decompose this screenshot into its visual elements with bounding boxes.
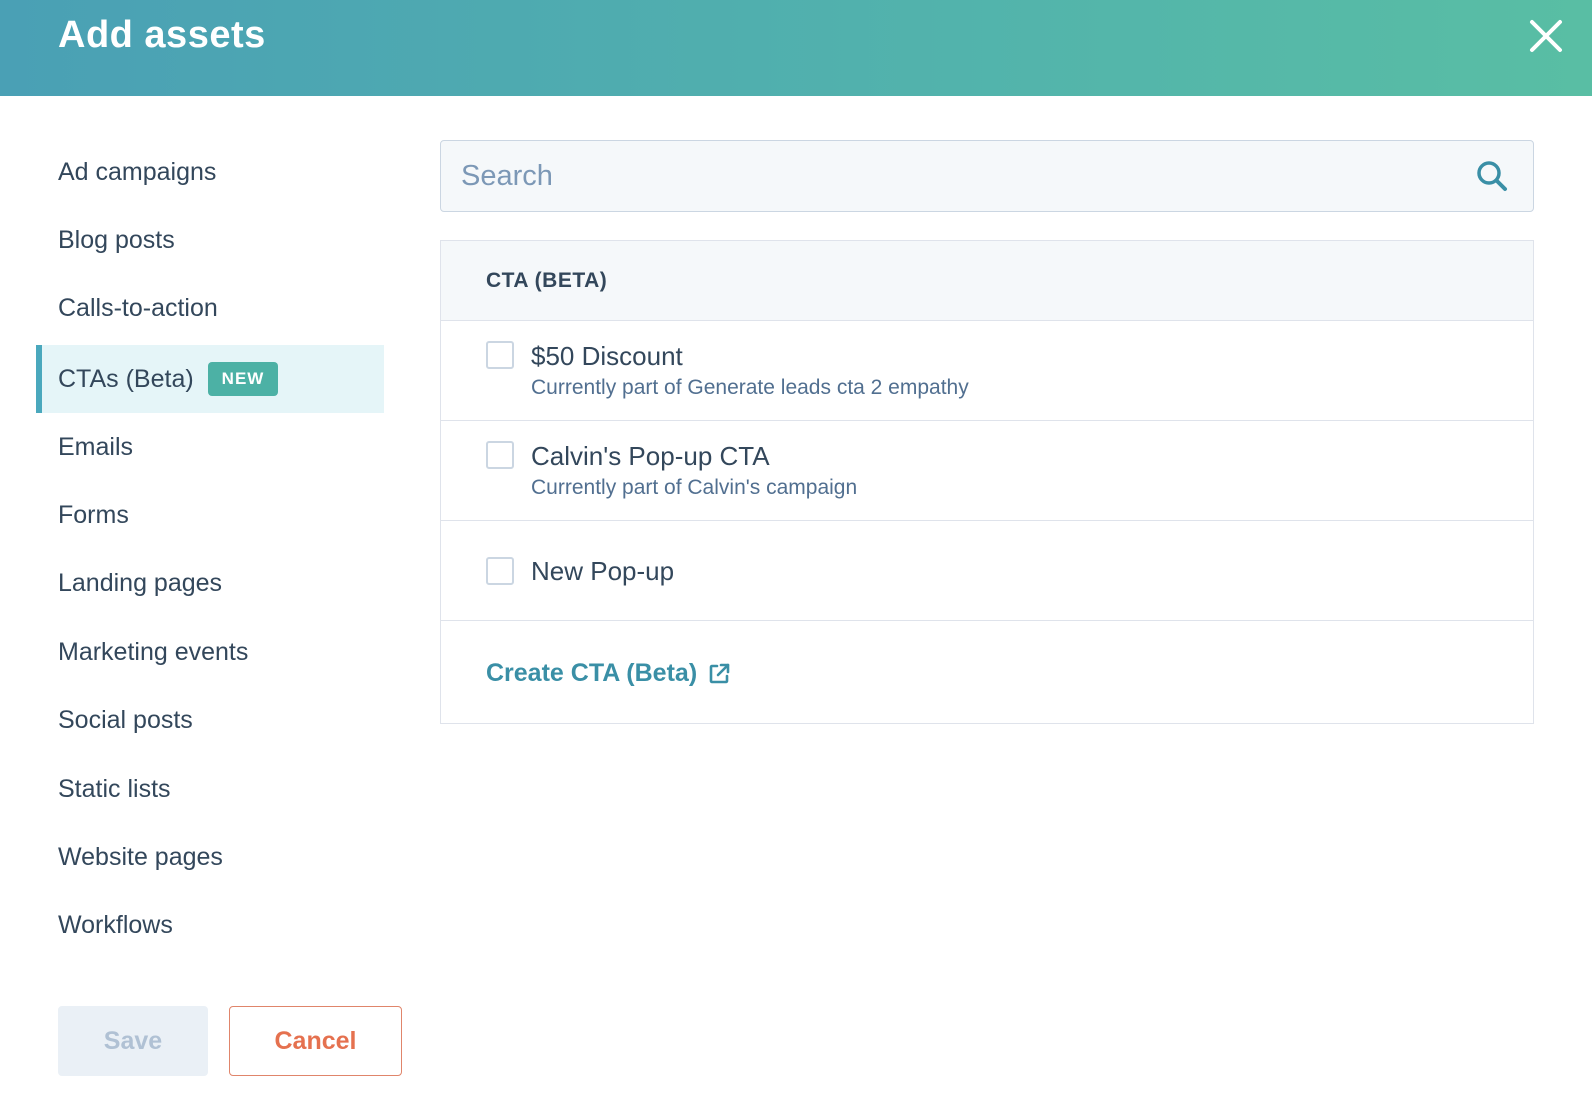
search-icon — [1477, 161, 1507, 191]
sidebar-item-landing-pages[interactable]: Landing pages — [36, 549, 384, 617]
search-box — [440, 140, 1534, 212]
list-item[interactable]: $50 Discount Currently part of Generate … — [441, 321, 1533, 421]
item-checkbox[interactable] — [486, 341, 514, 369]
close-icon — [1530, 20, 1562, 52]
sidebar-item-marketing-events[interactable]: Marketing events — [36, 618, 384, 686]
sidebar-item-label: Blog posts — [58, 225, 175, 254]
sidebar-item-workflows[interactable]: Workflows — [36, 891, 384, 959]
list-section-header: CTA (BETA) — [441, 241, 1533, 321]
sidebar-item-label: Static lists — [58, 774, 171, 803]
sidebar-item-label: Website pages — [58, 842, 223, 871]
list-item[interactable]: New Pop-up — [441, 521, 1533, 621]
sidebar-item-forms[interactable]: Forms — [36, 481, 384, 549]
list-item[interactable]: Calvin's Pop-up CTA Currently part of Ca… — [441, 421, 1533, 521]
sidebar-item-label: Landing pages — [58, 568, 223, 597]
sidebar-item-label: Workflows — [58, 910, 173, 939]
sidebar-item-social-posts[interactable]: Social posts — [36, 686, 384, 754]
sidebar-item-static-lists[interactable]: Static lists — [36, 755, 384, 823]
sidebar-item-ad-campaigns[interactable]: Ad campaigns — [36, 138, 384, 206]
modal-title: Add assets — [58, 14, 266, 56]
sidebar-item-label: Calls-to-action — [58, 293, 218, 322]
sidebar-item-label: Social posts — [58, 705, 193, 734]
sidebar-item-emails[interactable]: Emails — [36, 413, 384, 481]
sidebar-item-label: Forms — [58, 500, 129, 529]
sidebar-item-website-pages[interactable]: Website pages — [36, 823, 384, 891]
item-subtitle: Currently part of Generate leads cta 2 e… — [531, 376, 969, 399]
close-button[interactable] — [1526, 16, 1566, 56]
create-cta-link[interactable]: Create CTA (Beta) — [486, 659, 731, 688]
sidebar-item-blog-posts[interactable]: Blog posts — [36, 206, 384, 274]
sidebar-item-label: Emails — [58, 432, 134, 461]
sidebar-item-label: Ad campaigns — [58, 157, 217, 186]
search-input[interactable] — [442, 142, 1442, 210]
sidebar-item-calls-to-action[interactable]: Calls-to-action — [36, 274, 384, 342]
sidebar-item-ctas-beta[interactable]: CTAs (Beta) NEW — [36, 345, 384, 413]
item-title: New Pop-up — [531, 556, 675, 586]
item-title: Calvin's Pop-up CTA — [531, 441, 770, 471]
modal-header: Add assets — [0, 0, 1592, 96]
new-badge: NEW — [207, 362, 279, 396]
cta-list-panel: CTA (BETA) $50 Discount Currently part o… — [440, 240, 1534, 724]
external-link-icon — [709, 663, 730, 683]
cancel-button[interactable]: Cancel — [229, 1006, 402, 1076]
item-title: $50 Discount — [531, 341, 683, 371]
search-button[interactable] — [1475, 159, 1509, 193]
item-checkbox[interactable] — [486, 557, 514, 585]
sidebar-item-label: Marketing events — [58, 637, 249, 666]
item-subtitle: Currently part of Calvin's campaign — [531, 476, 858, 499]
save-button[interactable]: Save — [58, 1006, 208, 1076]
create-cta-link-label: Create CTA (Beta) — [486, 659, 698, 687]
item-checkbox[interactable] — [486, 441, 514, 469]
sidebar-item-label: CTAs (Beta) — [58, 364, 194, 393]
list-section-title: CTA (BETA) — [486, 269, 608, 292]
